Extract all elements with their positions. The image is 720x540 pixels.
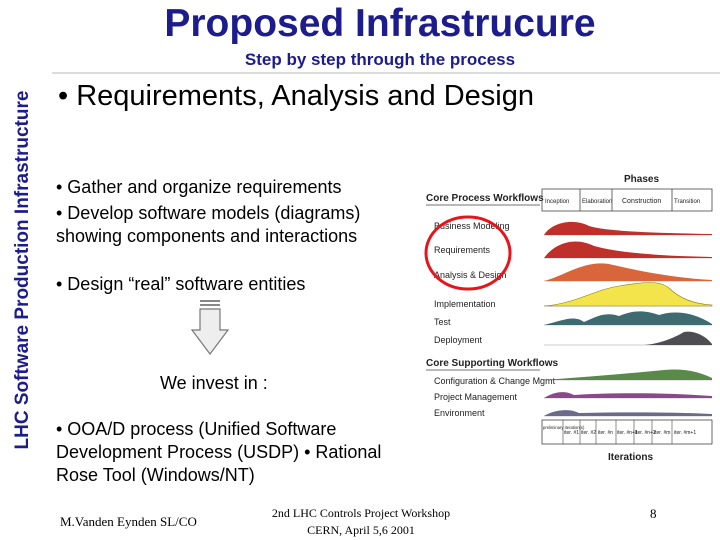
slide-subtitle: Step by step through the process bbox=[244, 50, 516, 69]
down-arrow-icon bbox=[190, 300, 230, 355]
core-supporting-title: Core Supporting Workflows bbox=[426, 358, 558, 369]
usdp-process-diagram: Phases Core Process Workflows Inception … bbox=[424, 174, 713, 463]
main-bullet: • Requirements, Analysis and Design bbox=[58, 80, 535, 112]
hump-implementation bbox=[543, 282, 713, 307]
hump-deployment bbox=[544, 331, 712, 345]
slide-title: Proposed Infrastrucure bbox=[164, 2, 596, 45]
core-process-title: Core Process Workflows bbox=[426, 193, 544, 204]
hump-config-change bbox=[544, 369, 712, 380]
sub-bullet-design: • Design “real” software entities bbox=[56, 274, 306, 294]
footer-event-line1: 2nd LHC Controls Project Workshop bbox=[271, 506, 451, 520]
phase-elaboration: Elaboration bbox=[582, 199, 612, 205]
iteration-1: iter. #1 bbox=[564, 430, 579, 436]
hump-environment bbox=[544, 410, 712, 416]
footer-author: M.Vanden Eynden SL/CO bbox=[60, 514, 197, 529]
phase-construction: Construction bbox=[622, 198, 661, 205]
footer-event: 2nd LHC Controls Project Workshop CERN, … bbox=[266, 505, 456, 539]
hump-project-management bbox=[544, 392, 712, 398]
workflow-project-management: Project Management bbox=[434, 392, 518, 402]
iteration-m: iter. #m bbox=[654, 430, 670, 436]
hump-business-modeling bbox=[544, 221, 712, 235]
phase-transition: Transition bbox=[674, 199, 700, 205]
sidebar: LHC Software Production Infrastructure bbox=[0, 0, 52, 540]
hump-analysis-design bbox=[544, 263, 712, 281]
sub-bullet-models: • Develop software models (diagrams) sho… bbox=[56, 203, 361, 246]
phases-title: Phases bbox=[624, 174, 659, 185]
iteration-2: iter. #2 bbox=[581, 430, 596, 436]
workflow-environment: Environment bbox=[434, 408, 485, 418]
iteration-n: iter. #n bbox=[598, 430, 613, 436]
workflow-requirements: Requirements bbox=[434, 245, 491, 255]
header-divider bbox=[52, 72, 720, 74]
iteration-n2: iter. #n+2 bbox=[635, 430, 656, 436]
hump-requirements bbox=[544, 241, 712, 258]
sub-bullet-requirements: • Gather and organize requirements bbox=[56, 177, 342, 197]
invest-label: We invest in : bbox=[160, 373, 268, 393]
workflow-config-change: Configuration & Change Mgmt bbox=[434, 376, 556, 386]
footer-event-line2: CERN, April 5,6 2001 bbox=[307, 523, 415, 537]
workflow-implementation: Implementation bbox=[434, 299, 496, 309]
workflow-deployment: Deployment bbox=[434, 335, 483, 345]
workflow-test: Test bbox=[434, 317, 451, 327]
iterations-label: Iterations bbox=[608, 452, 653, 463]
hump-test bbox=[544, 311, 712, 325]
phase-inception: Inception bbox=[545, 199, 569, 205]
tools-bullets: • OOA/D process (Unified Software Develo… bbox=[56, 419, 382, 485]
sidebar-title: LHC Software Production Infrastructure bbox=[12, 90, 33, 450]
page-number: 8 bbox=[650, 506, 657, 521]
iteration-m1: iter. #m+1 bbox=[674, 430, 696, 436]
